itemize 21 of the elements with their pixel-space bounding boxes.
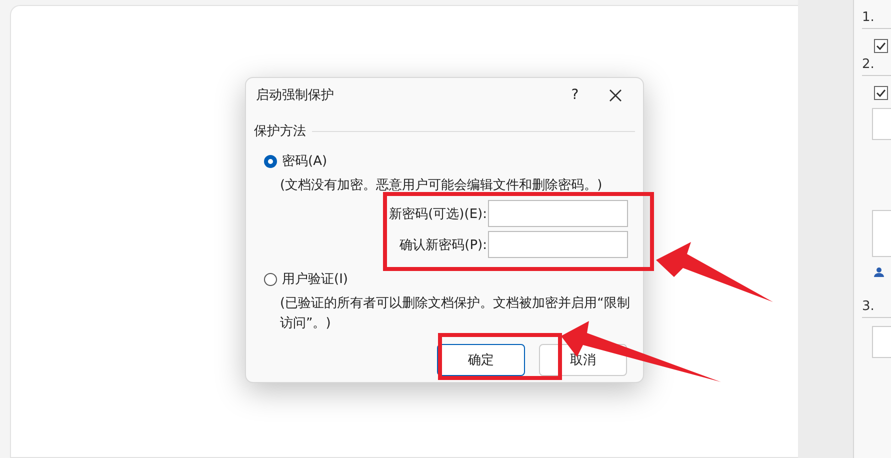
section-number: 1.: [862, 10, 891, 29]
help-button[interactable]: ?: [555, 87, 595, 103]
option-label[interactable]: 密码(A): [282, 152, 328, 170]
checkbox[interactable]: [874, 39, 888, 53]
dialog-title: 启动强制保护: [256, 87, 335, 104]
option-label[interactable]: 用户验证(I): [282, 270, 348, 288]
radio-button[interactable]: [264, 272, 277, 286]
checkbox[interactable]: [874, 86, 888, 100]
dialog-button[interactable]: 确定: [437, 344, 525, 376]
group-label: 保护方法: [254, 123, 306, 140]
option-description: (文档没有加密。恶意用户可能会编辑文件和删除密码。): [280, 177, 604, 195]
field-label: 确认新密码(P):: [400, 236, 487, 254]
option-description: (已验证的所有者可以删除文档保护。文档被加密并启用“限制访问”。): [280, 295, 631, 333]
field-label: 新密码(可选)(E):: [389, 206, 487, 222]
radio-button[interactable]: [264, 154, 277, 168]
section-number: 3.: [862, 299, 891, 318]
section-number: 2.: [862, 57, 891, 76]
close-icon: [608, 88, 622, 102]
person-icon: [874, 267, 884, 277]
password-field[interactable]: [488, 200, 628, 227]
password-field[interactable]: [488, 231, 628, 258]
